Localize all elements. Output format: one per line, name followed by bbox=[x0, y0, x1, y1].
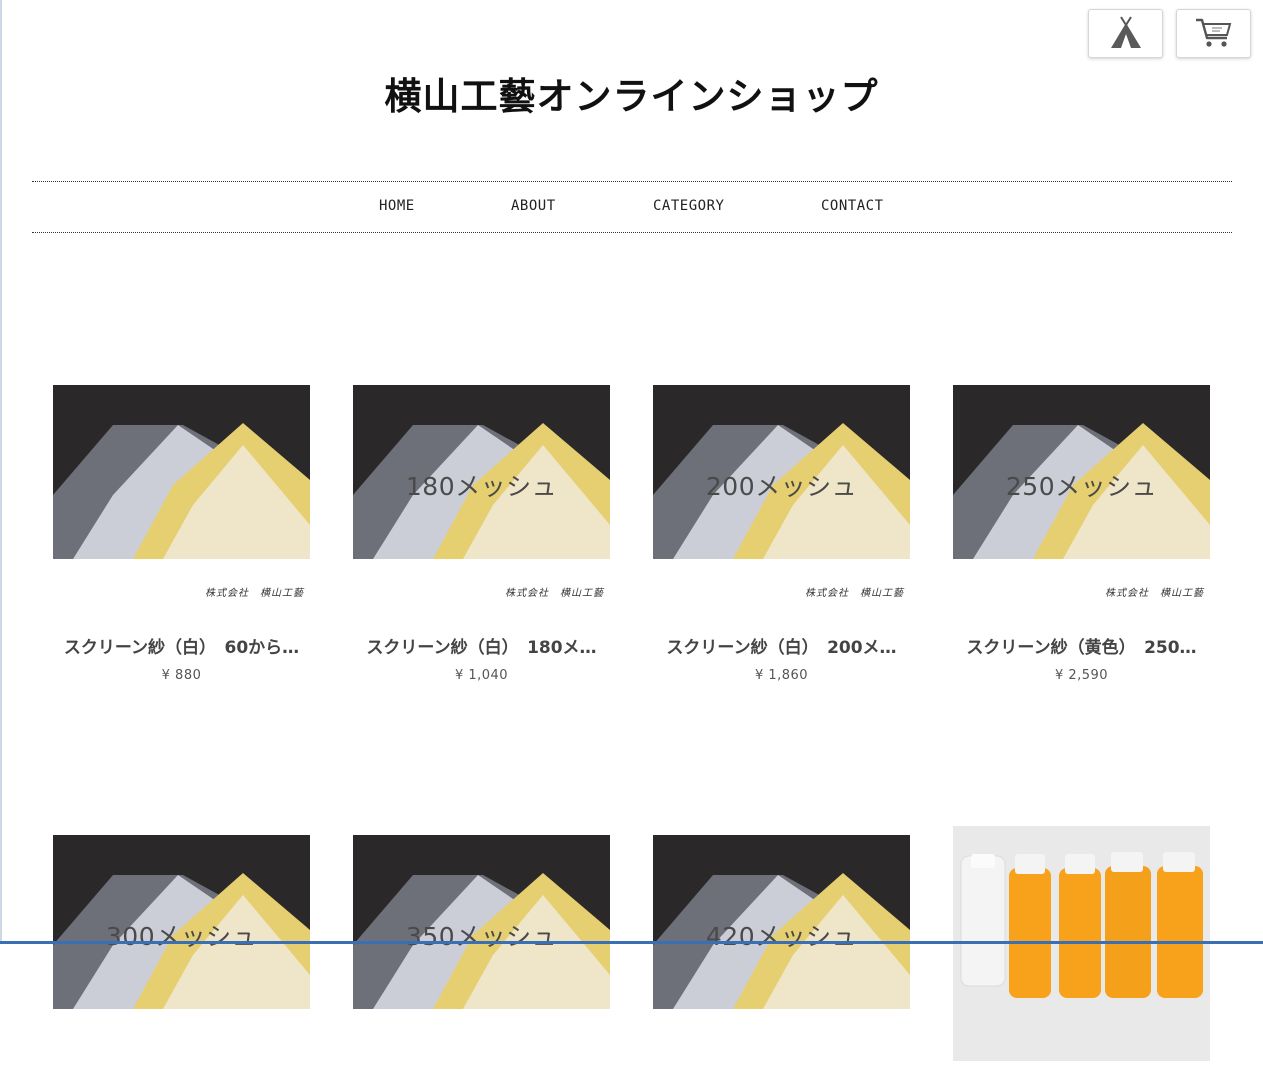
image-label: 250メッシュ bbox=[1005, 472, 1158, 501]
maker-logo: 株式会社 横山工藝 bbox=[505, 588, 604, 599]
product-image[interactable]: 株式会社 横山工藝 bbox=[53, 385, 310, 620]
nav-home[interactable]: HOME bbox=[379, 198, 415, 214]
image-label: 200メッシュ bbox=[705, 472, 858, 501]
image-label: 180メッシュ bbox=[405, 472, 558, 501]
nav-about[interactable]: ABOUT bbox=[511, 198, 556, 214]
product-card[interactable]: 株式会社 横山工藝 スクリーン紗（白） 60から… ¥ 880 bbox=[53, 385, 310, 683]
product-card[interactable]: 420メッシュ bbox=[653, 835, 910, 1070]
product-price: ¥ 1,860 bbox=[754, 668, 809, 683]
product-card[interactable]: 180メッシュ 株式会社 横山工藝 スクリーン紗（白） 180メ… ¥ 1,04… bbox=[353, 385, 610, 683]
product-card[interactable]: 350メッシュ bbox=[353, 835, 610, 1070]
maker-logo: 株式会社 横山工藝 bbox=[1105, 588, 1204, 599]
product-card[interactable]: 200メッシュ 株式会社 横山工藝 スクリーン紗（白） 200メ… ¥ 1,86… bbox=[653, 385, 910, 683]
product-card[interactable]: 300メッシュ bbox=[53, 835, 310, 1070]
maker-logo: 株式会社 横山工藝 bbox=[805, 588, 904, 599]
home-button[interactable] bbox=[1088, 9, 1163, 58]
image-label: 420メッシュ bbox=[705, 922, 858, 951]
product-image[interactable]: 180メッシュ 株式会社 横山工藝 bbox=[353, 385, 610, 620]
product-image[interactable]: 420メッシュ bbox=[653, 835, 910, 1070]
nav-category[interactable]: CATEGORY bbox=[653, 198, 724, 214]
window-edge bbox=[0, 0, 2, 944]
product-name[interactable]: スクリーン紗（白） 180メ… bbox=[353, 633, 610, 658]
product-image[interactable]: 300メッシュ bbox=[53, 835, 310, 1070]
product-name[interactable]: スクリーン紗（白） 200メ… bbox=[653, 633, 910, 658]
nav-contact[interactable]: CONTACT bbox=[821, 198, 884, 214]
shop-title[interactable]: 横山工藝オンラインショップ bbox=[0, 66, 1263, 120]
product-image[interactable]: 200メッシュ 株式会社 横山工藝 bbox=[653, 385, 910, 620]
product-card[interactable]: 250メッシュ 株式会社 横山工藝 スクリーン紗（黄色） 250… ¥ 2,59… bbox=[953, 385, 1210, 683]
product-name[interactable]: スクリーン紗（黄色） 250… bbox=[953, 633, 1210, 658]
global-nav: HOME ABOUT CATEGORY CONTACT bbox=[32, 181, 1232, 233]
maker-logo: 株式会社 横山工藝 bbox=[205, 588, 304, 599]
product-price: ¥ 2,590 bbox=[1054, 668, 1109, 683]
image-label: 300メッシュ bbox=[105, 922, 258, 951]
product-image[interactable]: 350メッシュ bbox=[353, 835, 610, 1070]
tent-icon bbox=[1108, 14, 1144, 54]
image-label: 350メッシュ bbox=[405, 922, 558, 951]
product-image[interactable]: 250メッシュ 株式会社 横山工藝 bbox=[953, 385, 1210, 620]
cart-button[interactable] bbox=[1176, 9, 1251, 58]
product-price: ¥ 1,040 bbox=[454, 668, 509, 683]
product-price: ¥ 880 bbox=[161, 668, 202, 683]
product-name[interactable]: スクリーン紗（白） 60から… bbox=[53, 633, 310, 658]
cart-icon bbox=[1194, 14, 1234, 54]
